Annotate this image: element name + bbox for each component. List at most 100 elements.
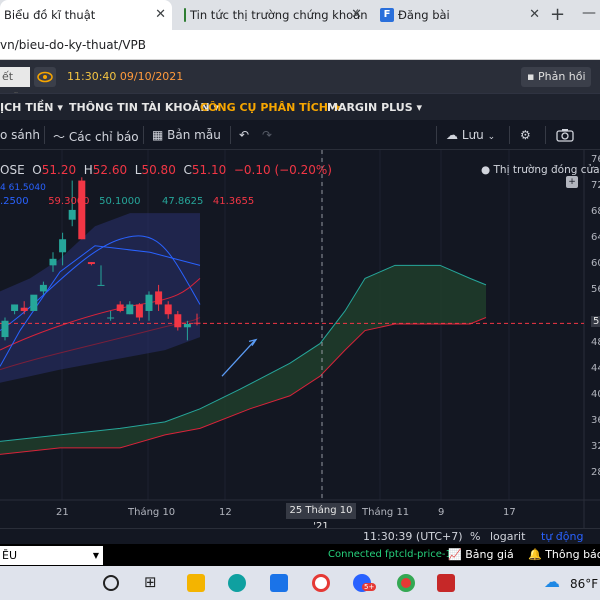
candle-body bbox=[49, 258, 57, 266]
menu-thong-tin-tai-khoan[interactable]: THÔNG TIN TÀI KHOẢN ▾ bbox=[69, 101, 219, 114]
templates-button[interactable]: ▦ Bản mẫu bbox=[152, 128, 221, 142]
undo-icon[interactable]: ↶ bbox=[239, 128, 249, 142]
search-circle-icon[interactable] bbox=[103, 575, 119, 591]
candle-body bbox=[11, 304, 19, 311]
change-value: −0.10 (−0.20%) bbox=[233, 163, 332, 177]
minimize-icon[interactable]: — bbox=[582, 5, 596, 21]
gear-icon[interactable]: ⚙ bbox=[520, 128, 531, 142]
os-taskbar: ⊞ 5+ ☁ 86°F bbox=[0, 566, 600, 600]
redo-icon[interactable]: ↷ bbox=[262, 128, 272, 142]
chart-icon: 📈 bbox=[448, 548, 462, 561]
house-icon bbox=[184, 8, 186, 22]
notification-badge: 5+ bbox=[362, 583, 377, 591]
app-header: ết mã 11:30:40 09/10/2021 ▪ Phản hồi bbox=[0, 60, 600, 103]
indicator-value: 50.1000 bbox=[99, 196, 141, 207]
file-explorer-icon[interactable] bbox=[187, 574, 205, 592]
chrome-icon[interactable] bbox=[397, 574, 415, 592]
candle-body bbox=[1, 320, 9, 338]
close-value: 51.10 bbox=[191, 163, 227, 177]
indicator-sub-value: 4 61.5040 bbox=[0, 183, 46, 193]
save-button[interactable]: ☁ Lưu ⌄ bbox=[446, 128, 495, 142]
y-tick-label: 68 bbox=[591, 206, 600, 218]
f-logo-icon: F bbox=[380, 8, 394, 22]
feedback-button[interactable]: ▪ Phản hồi bbox=[521, 67, 591, 87]
close-icon[interactable]: ✕ bbox=[351, 7, 362, 22]
candle-body bbox=[155, 291, 163, 305]
candle-body bbox=[68, 209, 76, 220]
vietkey-icon[interactable] bbox=[437, 574, 455, 592]
candle-body bbox=[126, 304, 134, 315]
temperature: 86°F bbox=[570, 577, 599, 591]
coccoc-icon[interactable] bbox=[312, 574, 330, 592]
compare-button[interactable]: o sánh bbox=[0, 128, 40, 142]
close-icon[interactable]: ✕ bbox=[529, 7, 540, 22]
tab-bieu-do[interactable]: Biểu đồ kĩ thuật ✕ bbox=[0, 0, 172, 30]
plus-square-icon[interactable]: + bbox=[566, 176, 578, 188]
indicators-button[interactable]: 〜 Các chỉ báo bbox=[53, 128, 139, 145]
cursor-date-badge: 25 Tháng 10 '21 bbox=[286, 503, 356, 532]
clock: 11:30:40 09/10/2021 bbox=[67, 70, 183, 83]
log-toggle[interactable]: logarit bbox=[490, 530, 525, 543]
candle-body bbox=[193, 322, 201, 324]
toolbar-divider bbox=[436, 126, 437, 144]
candle-body bbox=[174, 314, 182, 328]
toolbar-divider bbox=[545, 126, 546, 144]
auto-toggle[interactable]: tự động bbox=[541, 530, 583, 543]
price-board-button[interactable]: 📈 Bảng giá bbox=[448, 548, 514, 561]
candle-body bbox=[97, 284, 105, 286]
candle-body bbox=[164, 304, 172, 315]
menu-dich-tien[interactable]: ỊCH TIỀN ▾ bbox=[0, 101, 63, 114]
menu-cong-cu-phan-tich[interactable]: CÔNG CỤ PHÂN TÍCH ★ bbox=[200, 101, 342, 114]
status-time: 11:30:39 (UTC+7) bbox=[363, 530, 463, 543]
y-tick-label: 64 bbox=[591, 232, 600, 244]
x-tick-label: 9 bbox=[438, 507, 445, 518]
screen: Biểu đồ kĩ thuật ✕ Tin tức thị trường ch… bbox=[0, 0, 600, 600]
chat-icon: ▪ bbox=[527, 70, 535, 83]
edge-icon[interactable] bbox=[228, 574, 246, 592]
zalo-icon[interactable]: 5+ bbox=[353, 574, 377, 592]
account-select[interactable]: ĒU ▼ bbox=[0, 546, 103, 565]
indicator-value: 59.3000 bbox=[48, 196, 90, 207]
camera-icon[interactable] bbox=[556, 128, 574, 145]
y-tick-label: 36 bbox=[591, 414, 600, 426]
connection-status: Connected fptcld-price-13 bbox=[328, 549, 459, 560]
code-button[interactable]: ết mã bbox=[0, 67, 30, 103]
chevron-down-icon: ▾ bbox=[57, 101, 63, 114]
eye-button[interactable] bbox=[34, 67, 56, 87]
tab-title: Tin tức thị trường chứng khoán, bbox=[190, 8, 368, 22]
address-url[interactable]: vn/bieu-do-ky-thuat/VPB bbox=[0, 38, 146, 52]
feedback-label: Phản hồi bbox=[537, 70, 586, 83]
weather-icon: ☁ bbox=[544, 572, 560, 591]
mail-icon[interactable] bbox=[270, 574, 288, 592]
tab-dang-bai[interactable]: F Đăng bài ✕ bbox=[374, 0, 546, 30]
indicator-value: 41.3655 bbox=[212, 196, 255, 207]
candle-body bbox=[59, 239, 67, 253]
browser-tab-bar: Biểu đồ kĩ thuật ✕ Tin tức thị trường ch… bbox=[0, 0, 600, 30]
bell-icon: 🔔 bbox=[528, 548, 542, 561]
tab-title: Biểu đồ kĩ thuật bbox=[4, 8, 96, 22]
candle-body bbox=[30, 294, 38, 311]
cloud-icon: ☁ bbox=[446, 128, 458, 142]
toolbar-divider bbox=[230, 126, 231, 144]
address-bar[interactable]: vn/bieu-do-ky-thuat/VPB bbox=[0, 30, 600, 60]
indicators-icon: 〜 bbox=[53, 130, 66, 144]
open-value: 51.20 bbox=[41, 163, 77, 177]
notifications-button[interactable]: 🔔 Thông báo bbox=[528, 548, 600, 561]
toolbar-divider bbox=[143, 126, 144, 144]
close-icon[interactable]: ✕ bbox=[155, 7, 166, 22]
indicator-value: .2500 bbox=[0, 196, 29, 207]
market-status: ● Thị trường đóng cửa bbox=[481, 164, 600, 176]
percent-toggle[interactable]: % bbox=[470, 530, 480, 543]
clock-time: 11:30:40 bbox=[67, 70, 117, 83]
candle-body bbox=[87, 262, 95, 265]
x-tick-label: Tháng 10 bbox=[128, 507, 176, 518]
task-view-icon[interactable]: ⊞ bbox=[144, 573, 162, 591]
x-tick-label: 17 bbox=[503, 507, 516, 518]
x-tick-label: 12 bbox=[219, 507, 232, 518]
current-price-tag: 51 bbox=[591, 316, 600, 328]
candle-body bbox=[116, 304, 124, 311]
menu-margin-plus[interactable]: MARGIN PLUS ▾ bbox=[327, 101, 422, 114]
chart-toolbar: o sánh 〜 Các chỉ báo ▦ Bản mẫu ↶ ↷ ☁ Lưu… bbox=[0, 120, 600, 150]
new-tab-icon[interactable]: + bbox=[550, 4, 565, 25]
tab-tin-tuc[interactable]: Tin tức thị trường chứng khoán, ✕ bbox=[178, 0, 368, 30]
